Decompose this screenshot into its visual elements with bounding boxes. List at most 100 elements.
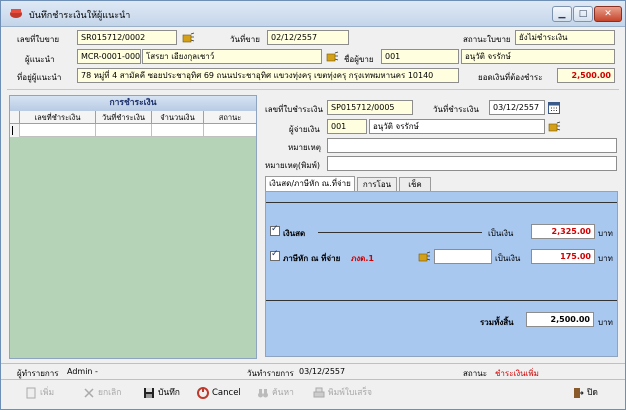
search-picker-icon[interactable]: [548, 121, 561, 133]
payments-grid-header: เลขที่ชำระเงิน วันที่ชำระเงิน จำนวนเงิน …: [10, 111, 256, 124]
add-button[interactable]: เพิ่ม: [25, 385, 54, 401]
sale-date-field[interactable]: 02/12/2557: [267, 30, 349, 45]
col-amount[interactable]: จำนวนเงิน: [152, 111, 204, 124]
calendar-icon[interactable]: [548, 101, 560, 114]
note-field[interactable]: [327, 138, 617, 153]
add-button-label: เพิ่ม: [40, 388, 55, 398]
printer-icon: [313, 387, 325, 397]
exit-door-icon: [574, 387, 584, 398]
cancel-button[interactable]: Cancel: [197, 385, 241, 401]
col-pay-date[interactable]: วันที่ชำระเงิน: [96, 111, 152, 124]
search-button-label: ค้นหา: [272, 388, 294, 398]
cash-amount-label: เป็นเงิน: [488, 229, 514, 238]
txn-date-value: 03/12/2557: [299, 367, 346, 376]
binoculars-icon: [258, 388, 268, 397]
cell-amount[interactable]: [152, 124, 204, 137]
maximize-button[interactable]: □: [573, 6, 593, 22]
total-amount-field: 2,500.00: [526, 312, 594, 327]
table-row[interactable]: [10, 124, 256, 137]
save-button-label: บันทึก: [158, 388, 180, 398]
print-note-field[interactable]: [327, 156, 617, 171]
pay-no-field[interactable]: SP015712/0005: [327, 100, 413, 115]
search-button[interactable]: ค้นหา: [257, 385, 294, 401]
cash-unit: บาท: [598, 229, 613, 238]
payments-panel: การชำระเงิน เลขที่ชำระเงิน วันที่ชำระเงิ…: [9, 95, 257, 359]
total-label: รวมทั้งสิ้น: [480, 318, 514, 327]
app-icon: [10, 9, 22, 18]
close-button[interactable]: ✕: [594, 6, 622, 22]
add-doc-icon: [26, 387, 36, 398]
header-divider: [7, 89, 619, 90]
pay-date-label: วันที่ชำระเงิน: [433, 105, 479, 114]
save-button[interactable]: บันทึก: [143, 385, 180, 401]
cancel-doc-button[interactable]: ยกเลิก: [83, 385, 121, 401]
tab-cheque[interactable]: เช็ค: [399, 177, 431, 192]
bill-status-label: สถานะใบขาย: [463, 35, 511, 44]
tab-transfer[interactable]: การโอน: [357, 177, 397, 192]
window-title: บันทึกชำระเงินให้ผู้แนะนำ: [29, 11, 131, 21]
cash-checkbox[interactable]: [270, 224, 280, 236]
app-window: บันทึกชำระเงินให้ผู้แนะนำ ▁ □ ✕ เลขที่ใบ…: [0, 0, 626, 410]
operator-value: Admin -: [67, 367, 98, 376]
wht-unit: บาท: [598, 254, 613, 263]
wht-label: ภาษีหัก ณ ที่จ่าย: [283, 254, 341, 263]
payer-code-field[interactable]: 001: [327, 119, 367, 134]
wht-ref-field[interactable]: [434, 249, 492, 264]
tab-cash-wht[interactable]: เงินสด/ภาษีหัก ณ.ที่จ่าย: [265, 176, 355, 192]
referrer-code-field[interactable]: MCR-0001-00001: [77, 49, 141, 64]
total-unit: บาท: [598, 318, 613, 327]
seller-name-field: อนุวัติ จรรักษ์: [461, 49, 615, 64]
sale-no-label: เลขที่ใบขาย: [17, 35, 60, 44]
address-label: ที่อยู่ผู้แนะนำ: [17, 73, 62, 82]
floppy-save-icon: [144, 387, 154, 398]
cell-pay-no[interactable]: [20, 124, 96, 137]
col-status[interactable]: สถานะ: [204, 111, 256, 124]
cancel-icon: [197, 386, 209, 399]
cash-amount-field[interactable]: 2,325.00: [531, 224, 595, 239]
panel-top-divider: [266, 202, 617, 203]
cell-status[interactable]: [204, 124, 256, 137]
close-form-label: ปิด: [587, 388, 598, 398]
wht-checkbox[interactable]: [270, 249, 280, 261]
sale-no-field[interactable]: SR015712/0002: [77, 30, 177, 45]
minimize-button[interactable]: ▁: [552, 6, 572, 22]
note-label: หมายเหตุ: [288, 143, 321, 152]
print-note-label: หมายเหตุ(พิมพ์): [265, 161, 320, 170]
title-bar: บันทึกชำระเงินให้ผู้แนะนำ ▁ □ ✕: [1, 1, 625, 27]
bill-status-field: ยังไม่ชำระเงิน: [515, 30, 615, 45]
seller-label: ชื่อผู้ขาย: [344, 55, 374, 64]
col-pay-no[interactable]: เลขที่ชำระเงิน: [20, 111, 96, 124]
wht-code: ภงด.1: [351, 254, 374, 263]
search-picker-icon[interactable]: [182, 32, 195, 44]
payments-title: การชำระเงิน: [10, 96, 256, 111]
address-field: 78 หมู่ที่ 4 สามัคคี ซอยประชาอุทิศ 69 ถน…: [77, 68, 459, 83]
bottom-toolbar: เพิ่ม ยกเลิก บันทึก Cancel ค้นหา พิมพ์ใบ…: [1, 379, 625, 405]
print-receipt-label: พิมพ์ใบเสร็จ: [328, 388, 372, 398]
close-form-button[interactable]: ปิด: [572, 385, 598, 401]
cell-pay-date[interactable]: [96, 124, 152, 137]
payer-name-field: อนุวัติ จรรักษ์: [369, 119, 545, 134]
sale-date-label: วันที่ขาย: [230, 35, 260, 44]
cancel-button-label: Cancel: [212, 388, 241, 398]
search-picker-icon[interactable]: [418, 251, 431, 263]
balance-field: 2,500.00: [557, 68, 615, 83]
cash-line: [318, 232, 482, 233]
referrer-name-field: โสรยา เอียงกุลเชาว์: [142, 49, 322, 64]
cash-tab-panel: เงินสด เป็นเงิน 2,325.00 บาท ภาษีหัก ณ ท…: [265, 191, 618, 357]
cancel-doc-label: ยกเลิก: [98, 388, 122, 398]
balance-label: ยอดเงินที่ต้องชำระ: [478, 73, 543, 82]
search-picker-icon[interactable]: [326, 51, 339, 63]
cash-label: เงินสด: [283, 229, 306, 238]
print-receipt-button[interactable]: พิมพ์ใบเสร็จ: [313, 385, 372, 401]
row-indicator-header: [10, 111, 20, 124]
wht-amount-label: เป็นเงิน: [495, 254, 521, 263]
pay-date-field[interactable]: 03/12/2557: [489, 100, 545, 115]
total-divider: [266, 300, 617, 301]
status-bar: ผู้ทำรายการ Admin - วันทำรายการ 03/12/25…: [1, 363, 625, 378]
pay-no-label: เลขที่ใบชำระเงิน: [265, 105, 323, 114]
wht-amount-field[interactable]: 175.00: [531, 249, 595, 264]
x-icon: [84, 387, 94, 398]
seller-code-field[interactable]: 001: [381, 49, 459, 64]
payer-label: ผู้จ่ายเงิน: [289, 125, 320, 134]
row-indicator: [10, 124, 20, 137]
